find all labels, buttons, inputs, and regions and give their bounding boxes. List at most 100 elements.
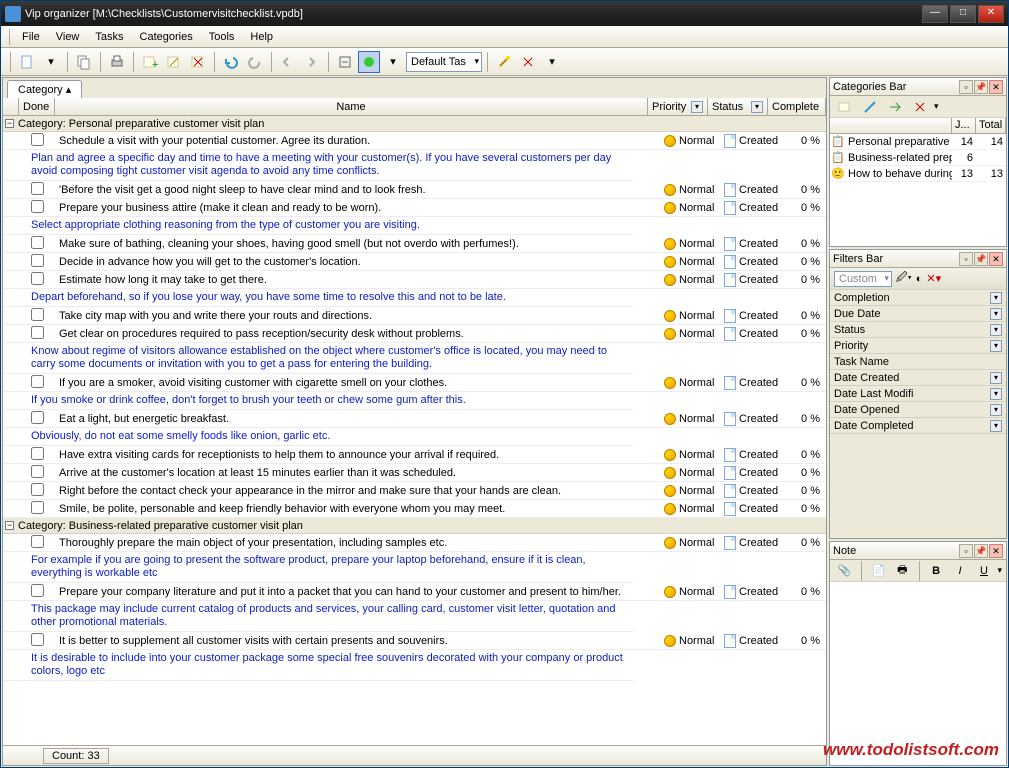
panel-close-icon[interactable]: ✕	[989, 544, 1003, 558]
indent-left-icon[interactable]	[277, 51, 299, 73]
expand-icon[interactable]: −	[5, 521, 14, 530]
menu-tasks[interactable]: Tasks	[87, 29, 131, 45]
task-row[interactable]: Get clear on procedures required to pass…	[3, 325, 826, 343]
note-italic-icon[interactable]: I	[950, 560, 971, 582]
done-checkbox[interactable]	[31, 447, 44, 460]
filter-field[interactable]: Completion▾	[830, 290, 1006, 306]
task-row[interactable]: Right before the contact check your appe…	[3, 482, 826, 500]
filter-erase-icon[interactable]: ◐	[916, 273, 923, 285]
note-bold-icon[interactable]: B	[926, 560, 947, 582]
filter-field[interactable]: Status▾	[830, 322, 1006, 338]
dropdown3-icon[interactable]: ▾	[541, 51, 563, 73]
dropdown-icon[interactable]: ▾	[40, 51, 62, 73]
expand-icon[interactable]: −	[5, 119, 14, 128]
category-item[interactable]: 📋Business-related prepar.6	[830, 150, 1006, 166]
close-button[interactable]: ✕	[978, 5, 1004, 23]
filter-field[interactable]: Date Created▾	[830, 370, 1006, 386]
task-row[interactable]: Prepare your business attire (make it cl…	[3, 199, 826, 217]
task-row[interactable]: Prepare your company literature and put …	[3, 583, 826, 601]
filter-clear-icon[interactable]: ✕▾	[926, 272, 941, 285]
clear-icon[interactable]	[517, 51, 539, 73]
minimize-button[interactable]: —	[922, 5, 948, 23]
cat-del-icon[interactable]	[909, 96, 931, 118]
filter-dd-icon[interactable]: ▾	[990, 388, 1002, 400]
task-row[interactable]: Have extra visiting cards for receptioni…	[3, 446, 826, 464]
done-checkbox[interactable]	[31, 501, 44, 514]
menu-file[interactable]: File	[14, 29, 48, 45]
done-checkbox[interactable]	[31, 272, 44, 285]
filter-combo[interactable]: Custom	[834, 271, 892, 287]
filter-green-icon[interactable]	[358, 51, 380, 73]
done-checkbox[interactable]	[31, 308, 44, 321]
col-name[interactable]: Name	[55, 98, 648, 115]
task-row[interactable]: If you are a smoker, avoid visiting cust…	[3, 374, 826, 392]
col-status[interactable]: Status▾	[708, 98, 768, 115]
done-checkbox[interactable]	[31, 483, 44, 496]
col-complete[interactable]: Complete	[768, 98, 826, 115]
cat-new-icon[interactable]	[834, 96, 856, 118]
note-doc-icon[interactable]: 📄	[868, 560, 889, 582]
filter-field[interactable]: Due Date▾	[830, 306, 1006, 322]
filter-dd-icon[interactable]: ▾	[990, 324, 1002, 336]
panel-restore-icon[interactable]: ▫	[959, 80, 973, 94]
done-checkbox[interactable]	[31, 133, 44, 146]
wand-icon[interactable]	[493, 51, 515, 73]
filter-dd-icon[interactable]: ▾	[990, 308, 1002, 320]
print-icon[interactable]	[106, 51, 128, 73]
cat-edit-icon[interactable]	[859, 96, 881, 118]
new-file-icon[interactable]	[16, 51, 38, 73]
menu-view[interactable]: View	[48, 29, 88, 45]
grid-body[interactable]: −Category: Personal preparative customer…	[3, 116, 826, 745]
done-checkbox[interactable]	[31, 375, 44, 388]
task-row[interactable]: Arrive at the customer's location at lea…	[3, 464, 826, 482]
task-row[interactable]: Smile, be polite, personable and keep fr…	[3, 500, 826, 518]
category-item[interactable]: 🙂How to behave during c1313	[830, 166, 1006, 182]
dropdown2-icon[interactable]: ▾	[382, 51, 404, 73]
task-row[interactable]: Eat a light, but energetic breakfast.Nor…	[3, 410, 826, 428]
done-checkbox[interactable]	[31, 465, 44, 478]
task-row[interactable]: Estimate how long it may take to get the…	[3, 271, 826, 289]
panel-pin-icon[interactable]: 📌	[974, 252, 988, 266]
note-print-icon[interactable]: 🖶	[892, 560, 913, 582]
task-row[interactable]: Take city map with you and write there y…	[3, 307, 826, 325]
filter-field[interactable]: Date Opened▾	[830, 402, 1006, 418]
redo-icon[interactable]	[244, 51, 266, 73]
note-attach-icon[interactable]: 📎	[834, 560, 855, 582]
filter-field[interactable]: Priority▾	[830, 338, 1006, 354]
collapse-icon[interactable]	[334, 51, 356, 73]
panel-pin-icon[interactable]: 📌	[974, 544, 988, 558]
panel-restore-icon[interactable]: ▫	[959, 544, 973, 558]
task-row[interactable]: Thoroughly prepare the main object of yo…	[3, 534, 826, 552]
filter-dd-icon[interactable]: ▾	[990, 420, 1002, 432]
view-combo[interactable]: Default Tas▾	[406, 52, 482, 72]
copy-icon[interactable]	[73, 51, 95, 73]
maximize-button[interactable]: □	[950, 5, 976, 23]
col-priority[interactable]: Priority▾	[648, 98, 708, 115]
titlebar[interactable]: Vip organizer [M:\Checklists\Customervis…	[1, 1, 1008, 26]
panel-close-icon[interactable]: ✕	[989, 80, 1003, 94]
tab-category[interactable]: Category ▴	[7, 80, 82, 98]
task-row[interactable]: 'Before the visit get a good night sleep…	[3, 181, 826, 199]
category-item[interactable]: 📋Personal preparative cu1414	[830, 134, 1006, 150]
filter-dd-icon[interactable]: ▾	[990, 372, 1002, 384]
note-underline-icon[interactable]: U	[974, 560, 995, 582]
panel-pin-icon[interactable]: 📌	[974, 80, 988, 94]
indent-right-icon[interactable]	[301, 51, 323, 73]
panel-restore-icon[interactable]: ▫	[959, 252, 973, 266]
filter-dd-icon[interactable]: ▾	[990, 404, 1002, 416]
done-checkbox[interactable]	[31, 584, 44, 597]
menu-tools[interactable]: Tools	[201, 29, 243, 45]
cat-share-icon[interactable]	[884, 96, 906, 118]
category-row[interactable]: −Category: Personal preparative customer…	[3, 116, 826, 132]
task-row[interactable]: Schedule a visit with your potential cus…	[3, 132, 826, 150]
task-row[interactable]: Make sure of bathing, cleaning your shoe…	[3, 235, 826, 253]
done-checkbox[interactable]	[31, 411, 44, 424]
done-checkbox[interactable]	[31, 633, 44, 646]
col-done[interactable]: Done	[19, 98, 55, 115]
undo-icon[interactable]	[220, 51, 242, 73]
done-checkbox[interactable]	[31, 254, 44, 267]
edit-task-icon[interactable]	[163, 51, 185, 73]
filter-wand-icon[interactable]: 🖉▾	[896, 269, 912, 288]
done-checkbox[interactable]	[31, 326, 44, 339]
menu-help[interactable]: Help	[242, 29, 281, 45]
